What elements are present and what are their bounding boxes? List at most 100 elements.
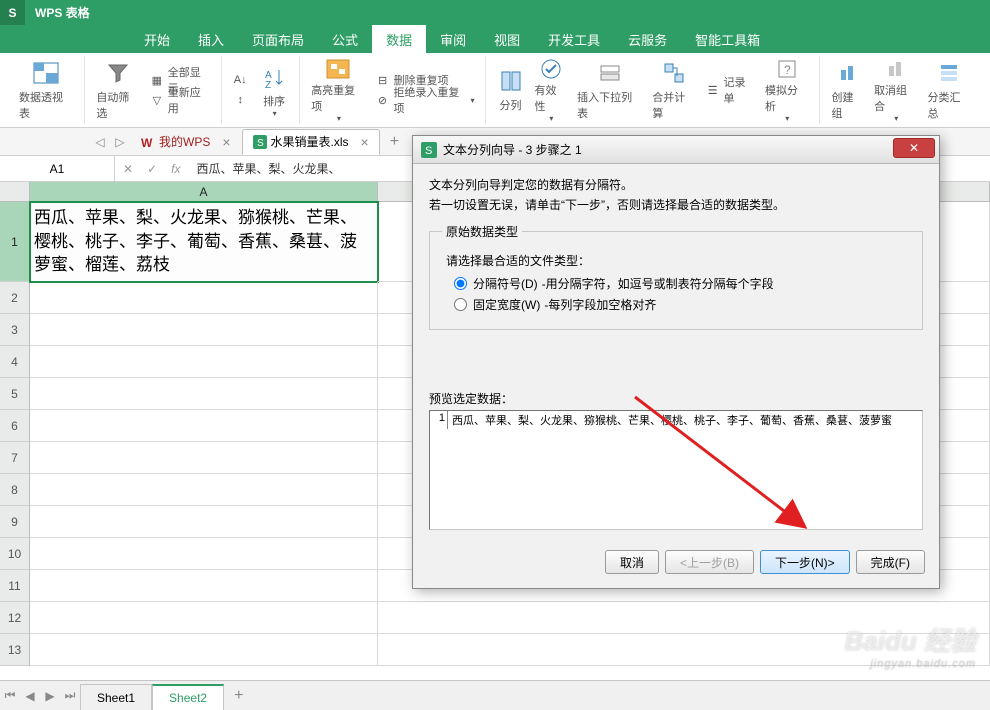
radio-fixed-width[interactable] — [454, 298, 467, 311]
add-tab-button[interactable]: + — [380, 133, 409, 151]
sheet-nav-last[interactable]: ⏭ — [60, 686, 80, 706]
sort-icon: AZ — [260, 63, 288, 91]
cell-empty[interactable] — [30, 282, 378, 314]
tab-my-wps[interactable]: W 我的WPS × — [130, 129, 242, 155]
row-header[interactable]: 5 — [0, 378, 30, 410]
row-header[interactable]: 3 — [0, 314, 30, 346]
cell-reference-box[interactable]: A1 — [0, 156, 115, 181]
preview-box[interactable]: 1 西瓜、苹果、梨、火龙果、猕猴桃、芒果、樱桃、桃子、李子、葡萄、香蕉、桑葚、菠… — [429, 410, 923, 530]
dialog-intro-2: 若一切设置无误，请单击“下一步”，否则请选择最合适的数据类型。 — [429, 196, 923, 213]
cancel-icon[interactable]: ✕ — [123, 162, 133, 176]
menu-insert[interactable]: 插入 — [184, 25, 238, 53]
radio-delimited-label[interactable]: 分隔符号(D) — [473, 275, 538, 292]
validation-button[interactable]: 有效性▾ — [530, 56, 573, 124]
group-label: 创建组 — [831, 89, 864, 121]
prev-step-button[interactable]: <上一步(B) — [665, 550, 754, 574]
row-header[interactable]: 10 — [0, 538, 30, 570]
insert-dropdown-button[interactable]: 插入下拉列表 — [572, 56, 647, 124]
sheet-tab-1[interactable]: Sheet1 — [80, 684, 152, 710]
tab-active-document[interactable]: S 水果销量表.xls × — [242, 129, 380, 155]
cell-empty[interactable] — [30, 538, 378, 570]
group-button[interactable]: 创建组 — [826, 56, 869, 124]
dialog-title-bar[interactable]: S 文本分列向导 - 3 步骤之 1 ✕ — [413, 136, 939, 164]
sheet-tab-2[interactable]: Sheet2 — [152, 684, 224, 710]
text-to-columns-button[interactable]: 分列 — [492, 56, 530, 124]
row-header[interactable]: 7 — [0, 442, 30, 474]
close-icon[interactable]: × — [222, 134, 230, 150]
next-step-button[interactable]: 下一步(N)> — [760, 550, 850, 574]
finish-button[interactable]: 完成(F) — [856, 550, 925, 574]
close-icon[interactable]: × — [361, 134, 369, 150]
insert-dropdown-label: 插入下拉列表 — [577, 89, 642, 121]
add-sheet-button[interactable]: + — [224, 687, 253, 705]
doc-tab-next[interactable]: ▷ — [110, 132, 130, 152]
row-header[interactable]: 4 — [0, 346, 30, 378]
fx-icon[interactable]: fx — [171, 162, 180, 176]
pivot-table-button[interactable]: 数据透视表 — [14, 56, 78, 124]
cell-empty[interactable] — [30, 346, 378, 378]
sort-desc-icon[interactable]: ↕ — [228, 90, 255, 110]
ungroup-icon — [882, 58, 910, 80]
select-all-corner[interactable] — [0, 182, 30, 201]
menu-data[interactable]: 数据 — [372, 25, 426, 53]
row-header[interactable]: 11 — [0, 570, 30, 602]
cancel-button[interactable]: 取消 — [605, 550, 659, 574]
menu-page-layout[interactable]: 页面布局 — [238, 25, 318, 53]
row-header[interactable]: 9 — [0, 506, 30, 538]
reapply-button[interactable]: ▽重新应用 — [145, 90, 215, 110]
cell-a1[interactable]: 西瓜、苹果、梨、火龙果、猕猴桃、芒果、樱桃、桃子、李子、葡萄、香蕉、桑葚、菠萝蜜… — [30, 202, 378, 282]
dialog-close-button[interactable]: ✕ — [893, 138, 935, 158]
radio-delimited[interactable] — [454, 277, 467, 290]
consolidate-button[interactable]: 合并计算 — [647, 56, 700, 124]
spreadsheet-icon: S — [421, 142, 437, 158]
menu-bar: 开始 插入 页面布局 公式 数据 审阅 视图 开发工具 云服务 智能工具箱 — [0, 25, 990, 53]
row-header[interactable]: 8 — [0, 474, 30, 506]
cell-empty[interactable] — [30, 474, 378, 506]
row-header[interactable]: 2 — [0, 282, 30, 314]
auto-filter-button[interactable]: 自动筛选 — [91, 56, 145, 124]
row-header[interactable]: 12 — [0, 602, 30, 634]
sort-asc-icon[interactable]: A↓ — [228, 70, 255, 90]
cell-empty[interactable] — [30, 602, 378, 634]
highlight-duplicates-button[interactable]: 高亮重复项▾ — [306, 56, 370, 124]
record-form-button[interactable]: ☰记录单 — [701, 80, 760, 100]
cell-empty[interactable] — [30, 378, 378, 410]
cell-empty[interactable] — [30, 506, 378, 538]
cell-empty[interactable] — [30, 410, 378, 442]
column-header-a[interactable]: A — [30, 182, 378, 201]
menu-formulas[interactable]: 公式 — [318, 25, 372, 53]
remove-dup-icon: ⊟ — [375, 72, 391, 88]
subtotal-button[interactable]: 分类汇总 — [923, 56, 976, 124]
menu-view[interactable]: 视图 — [480, 25, 534, 53]
menu-start[interactable]: 开始 — [130, 25, 184, 53]
sheet-tabs: ⏮ ◀ ▶ ⏭ Sheet1 Sheet2 + — [0, 680, 990, 710]
consolidate-label: 合并计算 — [652, 89, 695, 121]
consolidate-icon — [660, 59, 688, 87]
sort-button[interactable]: AZ 排序▾ — [255, 56, 293, 124]
sheet-nav-prev[interactable]: ◀ — [20, 686, 40, 706]
reject-duplicates-button[interactable]: ⊘拒绝录入重复项▾ — [371, 90, 479, 110]
menu-review[interactable]: 审阅 — [426, 25, 480, 53]
doc-tab-prev[interactable]: ◁ — [90, 132, 110, 152]
wps-logo-icon: W — [141, 135, 155, 149]
radio-fixed-width-label[interactable]: 固定宽度(W) — [473, 296, 540, 313]
row-header[interactable]: 6 — [0, 410, 30, 442]
row-header[interactable]: 13 — [0, 634, 30, 666]
what-if-icon: ? — [773, 58, 801, 80]
menu-developer[interactable]: 开发工具 — [534, 25, 614, 53]
what-if-button[interactable]: ? 模拟分析▾ — [760, 56, 813, 124]
ungroup-button[interactable]: 取消组合▾ — [869, 56, 922, 124]
split-icon — [497, 67, 525, 95]
app-name: WPS 表格 — [25, 4, 100, 21]
sheet-nav-next[interactable]: ▶ — [40, 686, 60, 706]
svg-text:W: W — [141, 136, 153, 149]
cell-empty[interactable] — [30, 442, 378, 474]
sheet-nav-first[interactable]: ⏮ — [0, 686, 20, 706]
cell-empty[interactable] — [30, 634, 378, 666]
accept-icon[interactable]: ✓ — [147, 162, 157, 176]
row-header-1[interactable]: 1 — [0, 202, 30, 282]
cell-empty[interactable] — [30, 314, 378, 346]
menu-cloud[interactable]: 云服务 — [614, 25, 681, 53]
cell-empty[interactable] — [30, 570, 378, 602]
menu-smart-tools[interactable]: 智能工具箱 — [681, 25, 774, 53]
